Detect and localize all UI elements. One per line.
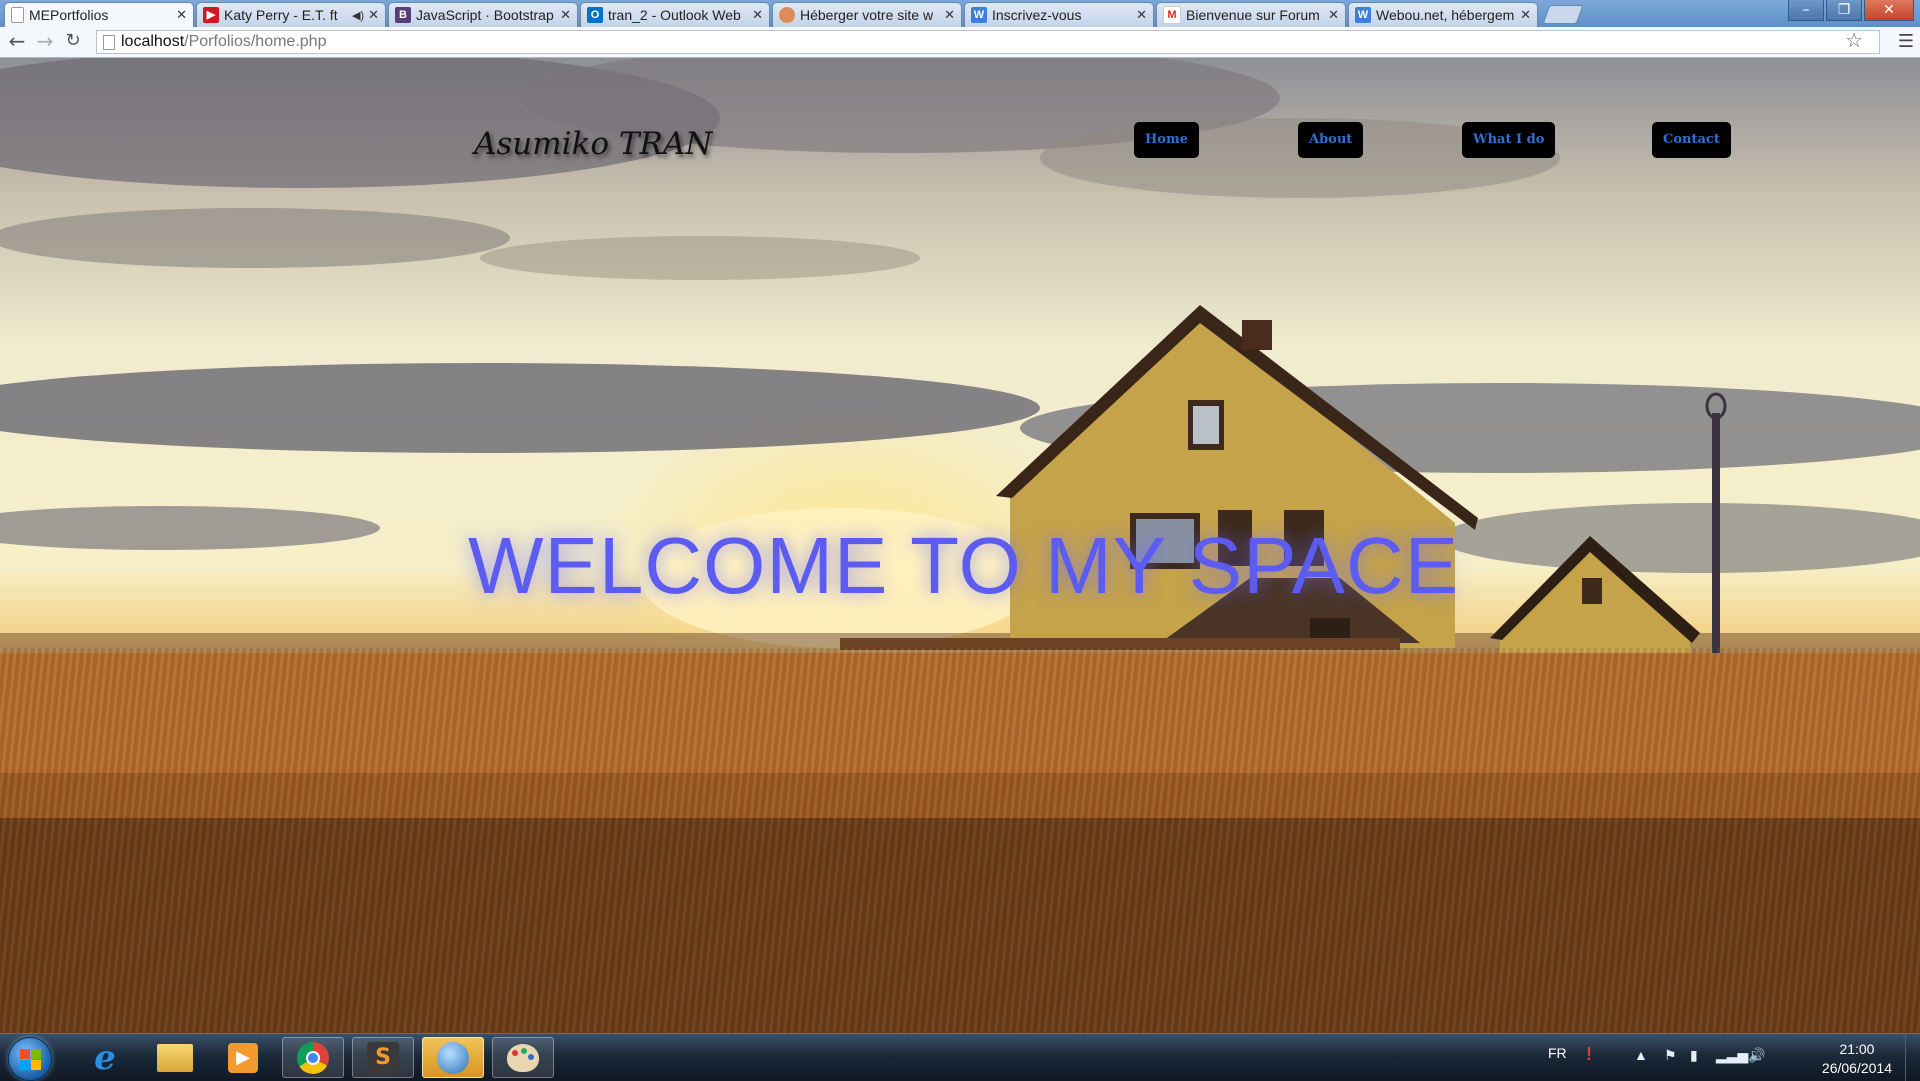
close-icon[interactable]: ✕ [752, 7, 763, 23]
wheat-field-texture [0, 648, 1920, 1033]
windows-logo-piece [20, 1060, 30, 1070]
menu-icon[interactable]: ☰ [1898, 31, 1914, 52]
tab-forum[interactable]: M Bienvenue sur Forum ✕ [1156, 2, 1346, 27]
window-close-button[interactable]: ✕ [1864, 0, 1914, 21]
url-path: /Porfolios/home.php [184, 33, 327, 50]
page-viewport: Asumiko TRAN Home About What I do Contac… [0, 58, 1920, 1033]
minimize-button[interactable]: – [1788, 0, 1824, 21]
tab-webou[interactable]: W Webou.net, hébergem ✕ [1348, 2, 1538, 27]
power-icon[interactable]: ▮ [1690, 1047, 1698, 1064]
nav-contact-button[interactable]: Contact [1652, 122, 1731, 158]
clock-time: 21:00 [1839, 1041, 1875, 1057]
bookmark-star-icon[interactable]: ☆ [1845, 30, 1863, 52]
tab-inscrivez[interactable]: W Inscrivez-vous ✕ [964, 2, 1154, 27]
network-globe-icon[interactable] [422, 1037, 484, 1078]
close-icon[interactable]: ✕ [368, 7, 379, 23]
close-icon[interactable]: ✕ [176, 7, 187, 23]
tab-title: MEPortfolios [29, 7, 109, 23]
tab-title: tran_2 - Outlook Web [608, 7, 741, 23]
page-icon [103, 35, 115, 50]
system-tray: FR ! ▲ ⚑ ▮ ▂▃▅ 🔊 21:00 26/06/2014 [1540, 1034, 1920, 1081]
new-tab-button[interactable] [1542, 5, 1584, 24]
tab-katy-perry[interactable]: ▶ Katy Perry - E.T. ft ◀) ✕ [196, 2, 386, 27]
close-icon[interactable]: ✕ [944, 7, 955, 23]
media-player-icon[interactable]: ▶ [212, 1037, 274, 1078]
clock-date: 26/06/2014 [1821, 1060, 1892, 1076]
paint-icon[interactable] [492, 1037, 554, 1078]
youtube-icon: ▶ [203, 7, 219, 23]
url-host: localhost [121, 33, 185, 50]
clock[interactable]: 21:00 26/06/2014 [1822, 1040, 1892, 1078]
w-icon: W [1355, 7, 1371, 23]
internet-explorer-icon[interactable]: e [74, 1037, 136, 1078]
page-icon [11, 7, 24, 23]
nav-home-button[interactable]: Home [1134, 122, 1199, 158]
tab-heberger[interactable]: Héberger votre site w ✕ [772, 2, 962, 27]
tab-title: Héberger votre site w [800, 7, 934, 23]
restore-button[interactable]: ❐ [1826, 0, 1862, 21]
windows-logo-piece [31, 1049, 41, 1059]
host-icon [779, 7, 795, 23]
window-controls: – ❐ ✕ [1786, 0, 1914, 21]
tab-title: JavaScript · Bootstrap [416, 7, 554, 23]
back-button[interactable]: ← [6, 30, 28, 52]
w-icon: W [971, 7, 987, 23]
bootstrap-icon: B [395, 7, 411, 23]
speaker-icon[interactable]: ◀) [352, 9, 364, 22]
windows-logo-piece [31, 1060, 41, 1070]
tab-outlook[interactable]: O tran_2 - Outlook Web ✕ [580, 2, 770, 27]
close-icon[interactable]: ✕ [1520, 7, 1531, 23]
show-desktop-button[interactable] [1905, 1034, 1920, 1081]
gmail-icon: M [1163, 6, 1181, 24]
sublime-icon[interactable]: S [352, 1037, 414, 1078]
start-button[interactable] [8, 1037, 52, 1081]
tab-title: Bienvenue sur Forum [1186, 7, 1320, 23]
tab-meportfolios[interactable]: MEPortfolios ✕ [4, 2, 194, 27]
address-bar[interactable]: localhost/Porfolios/home.php ☆ [96, 30, 1880, 54]
close-icon[interactable]: ✕ [1136, 7, 1147, 23]
tab-title: Katy Perry - E.T. ft [224, 7, 338, 23]
windows-taskbar: e ▶ S FR ! ▲ ⚑ ▮ ▂▃▅ 🔊 21:00 26/06/2014 [0, 1033, 1920, 1081]
language-indicator[interactable]: FR [1548, 1045, 1567, 1061]
browser-toolbar: ← → ↻ localhost/Porfolios/home.php ☆ ☰ [0, 27, 1920, 58]
action-center-flag-icon[interactable]: ⚑ [1664, 1047, 1677, 1064]
close-icon[interactable]: ✕ [1328, 7, 1339, 23]
tab-title: Inscrivez-vous [992, 7, 1082, 23]
tab-title: Webou.net, hébergem [1376, 7, 1515, 23]
network-signal-icon[interactable]: ▂▃▅ [1716, 1047, 1748, 1064]
tab-bootstrap[interactable]: B JavaScript · Bootstrap ✕ [388, 2, 578, 27]
welcome-headline: WELCOME TO MY SPACE [468, 521, 1460, 610]
forward-button[interactable]: → [34, 30, 56, 52]
reload-button[interactable]: ↻ [62, 30, 84, 52]
volume-icon[interactable]: 🔊 [1748, 1047, 1765, 1064]
outlook-icon: O [587, 7, 603, 23]
nav-what-i-do-button[interactable]: What I do [1462, 122, 1556, 158]
show-hidden-icons-icon[interactable]: ▲ [1634, 1047, 1648, 1063]
nav-about-button[interactable]: About [1298, 122, 1364, 158]
site-nav: Home About What I do Contact [0, 122, 1920, 162]
windows-logo-icon [20, 1049, 30, 1059]
browser-tabstrip: MEPortfolios ✕ ▶ Katy Perry - E.T. ft ◀)… [0, 0, 1920, 27]
chrome-icon[interactable] [282, 1037, 344, 1078]
folder-icon[interactable] [144, 1037, 206, 1078]
close-icon[interactable]: ✕ [560, 7, 571, 23]
alert-icon[interactable]: ! [1586, 1044, 1592, 1065]
